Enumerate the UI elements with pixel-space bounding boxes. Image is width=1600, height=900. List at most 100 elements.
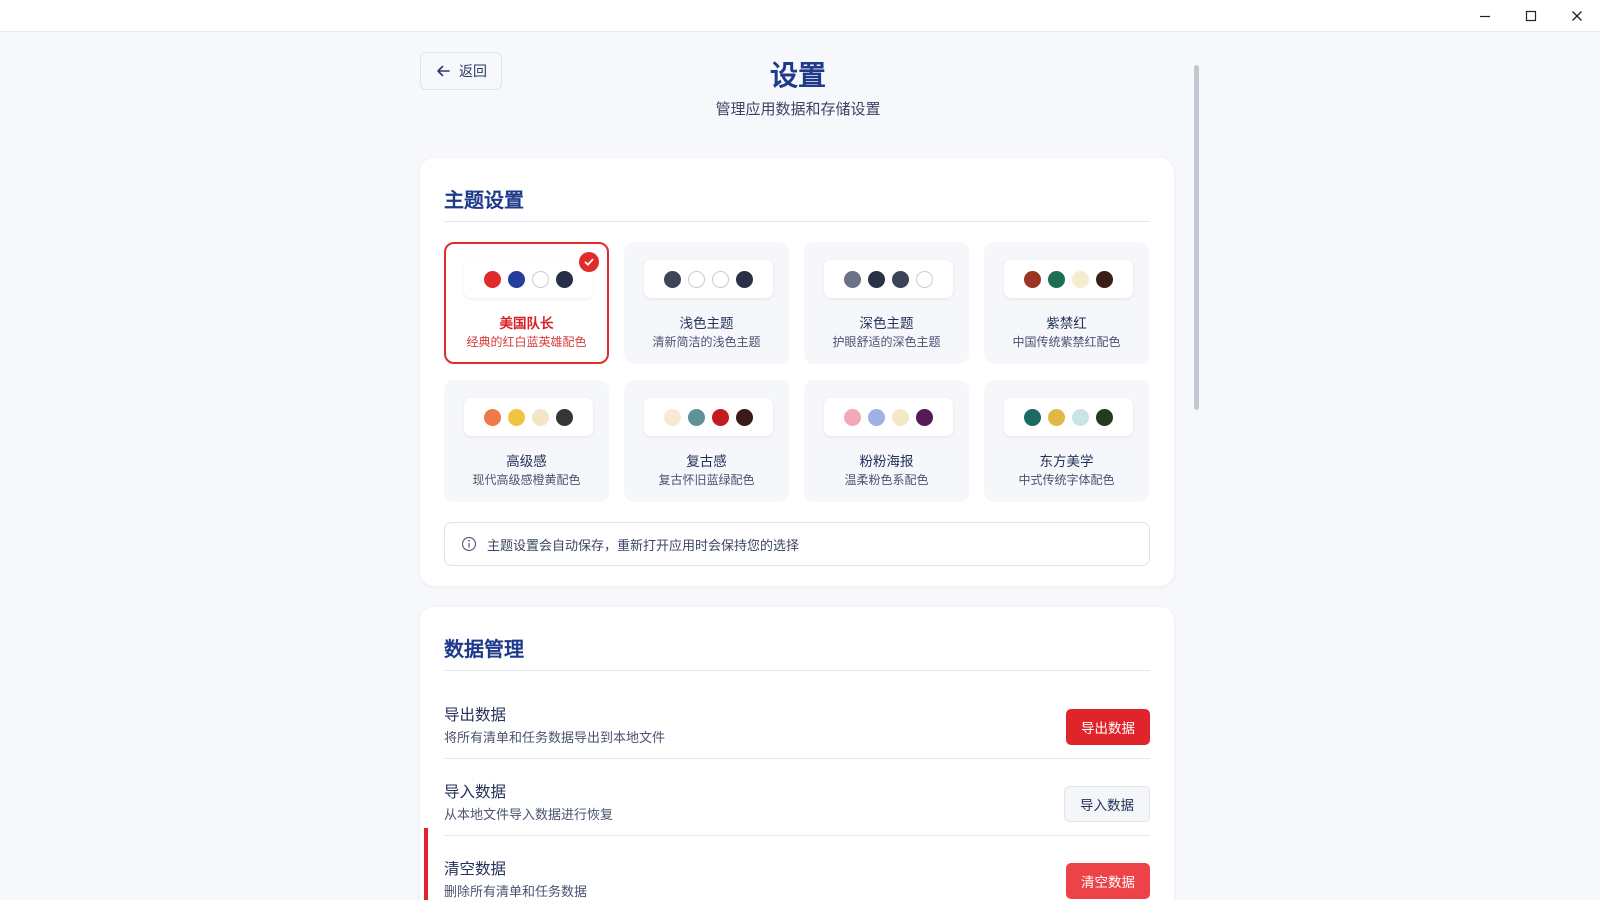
theme-settings-card: 主题设置 美国队长 经典的红白蓝英雄配色 浅色主题 清新简洁的浅色主题 深色主题…: [420, 158, 1174, 586]
theme-description: 护眼舒适的深色主题: [832, 335, 941, 349]
data-section-title: 数据管理: [444, 637, 524, 661]
color-swatch: [508, 270, 525, 288]
data-row-import: 导入数据 从本地文件导入数据进行恢复 导入数据: [444, 760, 1150, 836]
color-swatch: [1072, 408, 1089, 426]
theme-grid: 美国队长 经典的红白蓝英雄配色 浅色主题 清新简洁的浅色主题 深色主题 护眼舒适…: [444, 242, 1150, 502]
theme-name: 高级感: [506, 454, 547, 470]
row-divider: [444, 758, 1150, 759]
color-swatch: [508, 408, 525, 426]
color-swatch: [712, 270, 729, 288]
color-swatch: [688, 408, 705, 426]
color-swatch: [664, 270, 681, 288]
theme-section-title: 主题设置: [444, 188, 524, 212]
color-swatch: [1048, 270, 1065, 288]
page-subtitle: 管理应用数据和存储设置: [715, 100, 881, 118]
window-titlebar: [0, 0, 1600, 32]
color-swatch: [484, 270, 501, 288]
color-swatch: [556, 408, 573, 426]
section-divider: [444, 670, 1150, 671]
theme-option[interactable]: 紫禁红 中国传统紫禁红配色: [984, 242, 1149, 364]
theme-name: 复古感: [686, 454, 727, 470]
close-button[interactable]: [1554, 0, 1600, 32]
color-swatch: [1024, 270, 1041, 288]
color-swatch: [844, 408, 861, 426]
theme-description: 中式传统字体配色: [1018, 473, 1115, 487]
color-swatch: [1072, 270, 1089, 288]
theme-name: 美国队长: [499, 316, 554, 332]
theme-swatches: [464, 398, 593, 436]
color-swatch: [736, 408, 753, 426]
color-swatch: [688, 270, 705, 288]
row-description: 从本地文件导入数据进行恢复: [444, 808, 614, 823]
row-title: 导入数据: [444, 783, 507, 801]
theme-name: 浅色主题: [679, 316, 734, 332]
theme-swatches: [1004, 260, 1133, 298]
theme-option[interactable]: 东方美学 中式传统字体配色: [984, 380, 1149, 502]
theme-swatches: [644, 260, 773, 298]
theme-swatches: [824, 398, 953, 436]
export-data-button[interactable]: 导出数据: [1066, 709, 1150, 745]
color-swatch: [892, 270, 909, 288]
row-title: 清空数据: [444, 860, 507, 878]
selected-check-icon: [579, 252, 599, 272]
color-swatch: [532, 408, 549, 426]
theme-option[interactable]: 浅色主题 清新简洁的浅色主题: [624, 242, 789, 364]
theme-name: 紫禁红: [1046, 316, 1087, 332]
maximize-button[interactable]: [1508, 0, 1554, 32]
color-swatch: [532, 270, 549, 288]
theme-name: 东方美学: [1039, 454, 1094, 470]
danger-indicator-bar: [424, 828, 428, 900]
color-swatch: [712, 408, 729, 426]
color-swatch: [916, 408, 933, 426]
color-swatch: [1024, 408, 1041, 426]
color-swatch: [868, 270, 885, 288]
theme-description: 复古怀旧蓝绿配色: [658, 473, 755, 487]
minimize-button[interactable]: [1462, 0, 1508, 32]
data-management-card: 数据管理 导出数据 将所有清单和任务数据导出到本地文件 导出数据 导入数据 从本…: [420, 607, 1174, 900]
theme-option[interactable]: 粉粉海报 温柔粉色系配色: [804, 380, 969, 502]
theme-option[interactable]: 美国队长 经典的红白蓝英雄配色: [444, 242, 609, 364]
color-swatch: [484, 408, 501, 426]
theme-info-box: 主题设置会自动保存，重新打开应用时会保持您的选择: [444, 522, 1150, 566]
theme-info-text: 主题设置会自动保存，重新打开应用时会保持您的选择: [487, 538, 800, 554]
theme-swatches: [644, 398, 773, 436]
info-icon: [461, 536, 477, 552]
page-title: 设置: [769, 59, 826, 92]
theme-swatches: [464, 260, 593, 298]
row-description: 删除所有清单和任务数据: [444, 885, 588, 900]
theme-option[interactable]: 深色主题 护眼舒适的深色主题: [804, 242, 969, 364]
theme-swatches: [1004, 398, 1133, 436]
row-divider: [444, 835, 1150, 836]
color-swatch: [868, 408, 885, 426]
row-description: 将所有清单和任务数据导出到本地文件: [444, 731, 666, 746]
data-row-clear: 清空数据 删除所有清单和任务数据 清空数据: [444, 837, 1150, 900]
theme-description: 中国传统紫禁红配色: [1012, 335, 1121, 349]
theme-description: 经典的红白蓝英雄配色: [466, 335, 587, 349]
theme-description: 清新简洁的浅色主题: [652, 335, 761, 349]
section-divider: [444, 221, 1150, 222]
color-swatch: [916, 270, 933, 288]
color-swatch: [1096, 270, 1113, 288]
theme-description: 温柔粉色系配色: [844, 473, 929, 487]
theme-option[interactable]: 高级感 现代高级感橙黄配色: [444, 380, 609, 502]
theme-description: 现代高级感橙黄配色: [472, 473, 581, 487]
theme-name: 粉粉海报: [859, 454, 914, 470]
scrollbar[interactable]: [1192, 65, 1200, 900]
scrollbar-thumb[interactable]: [1194, 65, 1199, 410]
color-swatch: [892, 408, 909, 426]
close-icon: [1572, 11, 1582, 21]
clear-data-button[interactable]: 清空数据: [1066, 863, 1150, 899]
theme-name: 深色主题: [859, 316, 914, 332]
minimize-icon: [1480, 15, 1490, 18]
color-swatch: [664, 408, 681, 426]
import-data-button[interactable]: 导入数据: [1064, 786, 1150, 822]
color-swatch: [556, 270, 573, 288]
color-swatch: [736, 270, 753, 288]
color-swatch: [844, 270, 861, 288]
color-swatch: [1096, 408, 1113, 426]
data-row-export: 导出数据 将所有清单和任务数据导出到本地文件 导出数据: [444, 683, 1150, 759]
row-title: 导出数据: [444, 706, 507, 724]
theme-option[interactable]: 复古感 复古怀旧蓝绿配色: [624, 380, 789, 502]
settings-page: 返回 设置 管理应用数据和存储设置 主题设置 美国队长 经典的红白蓝英雄配色 浅…: [0, 32, 1600, 900]
theme-swatches: [824, 260, 953, 298]
